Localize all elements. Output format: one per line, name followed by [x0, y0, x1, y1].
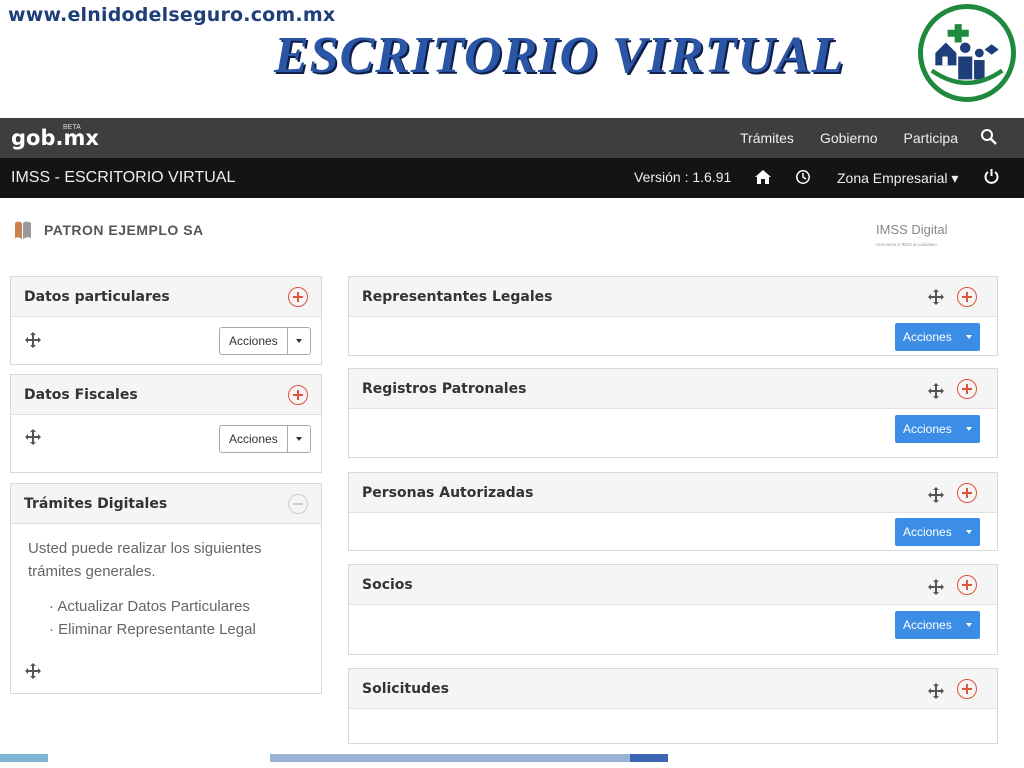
nav-participa[interactable]: Participa: [904, 130, 958, 146]
slide-title: ESCRITORIO VIRTUAL: [274, 27, 845, 84]
chevron-down-icon: [960, 518, 980, 546]
chevron-down-icon: [960, 323, 980, 351]
acciones-dropdown[interactable]: Acciones: [219, 425, 311, 453]
svg-text:Acercando el IMSS al ciudadano: Acercando el IMSS al ciudadano: [876, 242, 937, 247]
search-icon[interactable]: [980, 128, 998, 146]
move-icon[interactable]: [24, 331, 42, 349]
panel-title: Representantes Legales: [362, 289, 553, 305]
gob-logo[interactable]: gob.mx: [11, 126, 99, 150]
panel-title: Solicitudes: [362, 681, 449, 697]
acciones-dropdown[interactable]: Acciones: [219, 327, 311, 355]
add-circle-icon[interactable]: [288, 287, 308, 307]
move-icon[interactable]: [927, 682, 945, 700]
patron-name: PATRON EJEMPLO SA: [44, 222, 204, 238]
nav-gobierno[interactable]: Gobierno: [820, 130, 878, 146]
move-icon[interactable]: [24, 662, 42, 680]
imss-eagle-icon: [15, 221, 31, 239]
tramites-intro: Usted puede realizar los siguientes trám…: [28, 540, 262, 580]
tramites-list: Actualizar Datos Particulares Eliminar R…: [49, 595, 256, 641]
gob-header-bar: gob.mx BETA Trámites Gobierno Participa: [0, 118, 1024, 158]
patron-header: PATRON EJEMPLO SA: [12, 219, 204, 241]
move-icon[interactable]: [927, 288, 945, 306]
panel-datos-fiscales: Datos Fiscales Acciones: [10, 374, 322, 473]
panel-registros-patronales: Registros Patronales Acciones: [348, 368, 998, 458]
imss-header-bar: IMSS - ESCRITORIO VIRTUAL Versión : 1.6.…: [0, 158, 1024, 198]
slide: www.elnidodelseguro.com.mx ESCRITORIO VI…: [0, 0, 1024, 768]
site-url[interactable]: www.elnidodelseguro.com.mx: [8, 4, 335, 26]
power-icon[interactable]: [983, 168, 1000, 185]
panel-representantes-legales: Representantes Legales Acciones: [348, 276, 998, 356]
bottom-strip: [0, 748, 1024, 768]
version-label: Versión : 1.6.91: [634, 169, 732, 185]
app-title[interactable]: IMSS - ESCRITORIO VIRTUAL: [11, 169, 235, 187]
gob-nav: Trámites Gobierno Participa: [740, 130, 958, 146]
acciones-dropdown[interactable]: Acciones: [895, 518, 980, 546]
panel-title: Datos particulares: [24, 289, 170, 305]
move-icon[interactable]: [927, 578, 945, 596]
move-icon[interactable]: [24, 428, 42, 446]
acciones-dropdown[interactable]: Acciones: [895, 323, 980, 351]
panel-personas-autorizadas: Personas Autorizadas Acciones: [348, 472, 998, 551]
chevron-down-icon: [288, 328, 310, 354]
add-circle-icon[interactable]: [957, 483, 977, 503]
add-circle-icon[interactable]: [957, 575, 977, 595]
list-item[interactable]: Eliminar Representante Legal: [49, 618, 256, 641]
panel-title: Registros Patronales: [362, 381, 527, 397]
zona-empresarial-dropdown[interactable]: Zona Empresarial ▾: [837, 170, 958, 187]
family-logo-icon: [918, 4, 1016, 102]
panel-title: Datos Fiscales: [24, 387, 138, 403]
list-item[interactable]: Actualizar Datos Particulares: [49, 595, 256, 618]
chevron-down-icon: [288, 426, 310, 452]
panel-datos-particulares: Datos particulares Acciones: [10, 276, 322, 365]
add-circle-icon[interactable]: [957, 287, 977, 307]
chevron-down-icon: [960, 415, 980, 443]
add-circle-icon[interactable]: [957, 679, 977, 699]
nav-tramites[interactable]: Trámites: [740, 130, 794, 146]
panel-solicitudes: Solicitudes: [348, 668, 998, 744]
beta-badge: BETA: [63, 124, 81, 131]
panel-title: Trámites Digitales: [24, 496, 168, 512]
imss-digital-logo: IMSS Digital Acercando el IMSS al ciudad…: [874, 214, 974, 250]
acciones-dropdown[interactable]: Acciones: [895, 415, 980, 443]
panel-tramites-digitales: Trámites Digitales Usted puede realizar …: [10, 483, 322, 694]
add-circle-icon[interactable]: [957, 379, 977, 399]
panel-socios: Socios Acciones: [348, 564, 998, 655]
collapse-circle-icon[interactable]: [288, 494, 308, 514]
home-icon[interactable]: [754, 169, 772, 185]
move-icon[interactable]: [927, 486, 945, 504]
svg-text:IMSS Digital: IMSS Digital: [876, 222, 948, 237]
chevron-down-icon: [960, 611, 980, 639]
add-circle-icon[interactable]: [288, 385, 308, 405]
panel-title: Personas Autorizadas: [362, 485, 534, 501]
move-icon[interactable]: [927, 382, 945, 400]
panel-title: Socios: [362, 577, 413, 593]
acciones-dropdown[interactable]: Acciones: [895, 611, 980, 639]
clock-icon[interactable]: [795, 169, 811, 185]
